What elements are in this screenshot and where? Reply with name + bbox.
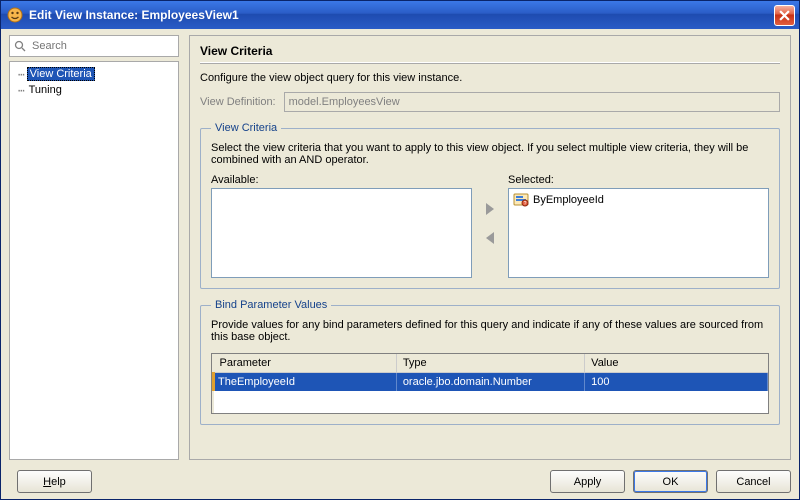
cell-type[interactable]: oracle.jbo.domain.Number xyxy=(396,373,584,392)
view-definition-value: model.EmployeesView xyxy=(289,96,400,108)
close-button[interactable] xyxy=(774,5,795,26)
col-parameter[interactable]: Parameter xyxy=(214,354,397,373)
nav-item-view-criteria[interactable]: ⋯ View Criteria xyxy=(12,66,176,82)
content-pane: View Criteria Configure the view object … xyxy=(189,35,791,460)
svg-text:?: ? xyxy=(524,201,527,207)
tree-branch-icon: ⋯ xyxy=(18,84,25,97)
shuttle-buttons xyxy=(480,174,500,278)
bind-params-table-wrap: Parameter Type Value TheEmployeeId oracl… xyxy=(211,353,769,414)
criteria-icon: ? xyxy=(513,192,529,208)
divider xyxy=(200,62,780,64)
section-intro: Configure the view object query for this… xyxy=(200,72,780,84)
view-definition-row: View Definition: model.EmployeesView xyxy=(200,92,780,112)
list-item-label: ByEmployeeId xyxy=(533,194,604,206)
section-heading: View Criteria xyxy=(200,40,780,60)
dialog-window: Edit View Instance: EmployeesView1 ⋯ Vie… xyxy=(0,0,800,500)
nav-item-label: Tuning xyxy=(27,84,64,96)
selected-list[interactable]: ? ByEmployeeId xyxy=(508,188,769,278)
app-icon xyxy=(7,7,23,23)
help-button[interactable]: Help xyxy=(17,470,92,493)
cell-parameter[interactable]: TheEmployeeId xyxy=(214,373,397,392)
left-pane: ⋯ View Criteria ⋯ Tuning xyxy=(9,35,179,460)
bind-params-group: Bind Parameter Values Provide values for… xyxy=(200,299,780,425)
selected-label: Selected: xyxy=(508,174,769,186)
available-label: Available: xyxy=(211,174,472,186)
nav-item-label: View Criteria xyxy=(27,67,95,81)
view-definition-label: View Definition: xyxy=(200,96,276,108)
nav-tree[interactable]: ⋯ View Criteria ⋯ Tuning xyxy=(9,61,179,460)
window-title: Edit View Instance: EmployeesView1 xyxy=(29,8,774,22)
available-list[interactable] xyxy=(211,188,472,278)
col-type[interactable]: Type xyxy=(396,354,584,373)
ok-button[interactable]: OK xyxy=(633,470,708,493)
table-row[interactable]: TheEmployeeId oracle.jbo.domain.Number 1… xyxy=(214,373,768,392)
cell-value[interactable]: 100 xyxy=(585,373,768,392)
bind-params-table[interactable]: Parameter Type Value TheEmployeeId oracl… xyxy=(212,354,768,413)
move-left-button[interactable] xyxy=(484,231,496,250)
apply-button[interactable]: Apply xyxy=(550,470,625,493)
col-value[interactable]: Value xyxy=(585,354,768,373)
table-empty-space xyxy=(214,391,768,413)
view-criteria-legend: View Criteria xyxy=(211,122,281,134)
search-box[interactable] xyxy=(9,35,179,57)
nav-item-tuning[interactable]: ⋯ Tuning xyxy=(12,82,176,98)
bind-params-help: Provide values for any bind parameters d… xyxy=(211,319,769,343)
bind-params-legend: Bind Parameter Values xyxy=(211,299,331,311)
search-icon xyxy=(14,39,26,53)
move-right-button[interactable] xyxy=(484,202,496,221)
cancel-button[interactable]: Cancel xyxy=(716,470,791,493)
view-definition-field: model.EmployeesView xyxy=(284,92,780,112)
dialog-body: ⋯ View Criteria ⋯ Tuning View Criteria C… xyxy=(1,29,799,499)
tree-branch-icon: ⋯ xyxy=(18,68,25,81)
view-criteria-group: View Criteria Select the view criteria t… xyxy=(200,122,780,289)
search-input[interactable] xyxy=(30,39,176,53)
shuttle-control: Available: Selected: xyxy=(211,174,769,278)
titlebar: Edit View Instance: EmployeesView1 xyxy=(1,1,799,29)
list-item[interactable]: ? ByEmployeeId xyxy=(511,191,766,209)
view-criteria-help: Select the view criteria that you want t… xyxy=(211,142,769,166)
button-bar: Help Apply OK Cancel xyxy=(9,466,791,493)
